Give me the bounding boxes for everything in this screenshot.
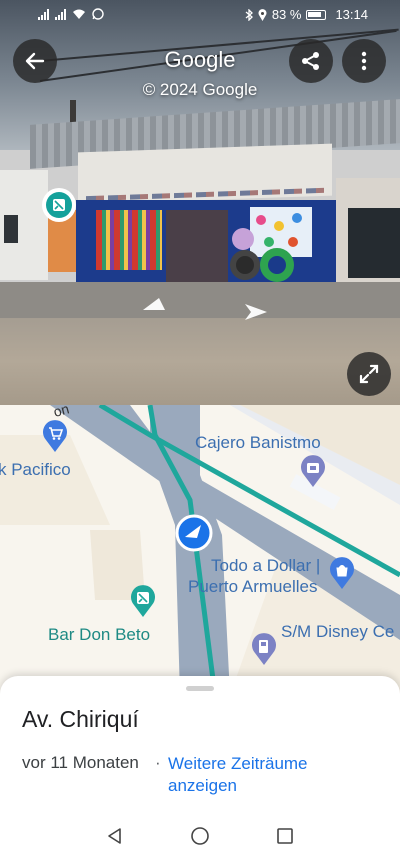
signal-icon <box>55 8 66 20</box>
share-icon <box>302 52 319 70</box>
back-triangle-icon <box>108 828 121 844</box>
more-options-button[interactable] <box>342 39 386 83</box>
home-circle-icon <box>191 827 209 845</box>
nav-recents-button[interactable] <box>273 824 297 848</box>
clock: 13:14 <box>335 7 368 22</box>
status-bar: 83 % 13:14 <box>0 0 400 30</box>
more-vert-icon <box>361 51 367 71</box>
bluetooth-icon <box>245 8 253 21</box>
share-button[interactable] <box>289 39 333 83</box>
map-label-disney: S/M Disney Ce <box>281 622 395 641</box>
battery-icon <box>306 9 327 20</box>
location-icon <box>258 8 267 21</box>
separator-dot: · <box>155 753 161 772</box>
inflatable-ring <box>260 248 294 282</box>
navigate-left-arrow[interactable] <box>143 298 165 310</box>
back-button[interactable] <box>13 39 57 83</box>
nav-back-button[interactable] <box>103 824 127 848</box>
map-label-cajero: Cajero Banistmo <box>195 433 321 452</box>
shop-sign <box>78 143 332 205</box>
signal-icon <box>38 8 49 20</box>
bar-pin-icon[interactable] <box>130 585 156 617</box>
sheet-drag-handle[interactable] <box>186 686 214 691</box>
left-wall <box>0 170 48 280</box>
map-label-dollar-2: Puerto Armuelles <box>188 577 318 596</box>
expand-icon <box>359 364 379 384</box>
place-title: Av. Chiriquí <box>22 706 139 732</box>
map-label-dollar-1: Todo a Dollar | <box>211 556 321 575</box>
place-bottom-sheet[interactable]: Av. Chiriquí vor 11 Monaten · Weitere Ze… <box>0 676 400 816</box>
shopping-cart-pin-icon[interactable] <box>42 420 68 452</box>
map-label-bar: Bar Don Beto <box>48 625 151 644</box>
current-location-icon[interactable] <box>175 514 213 552</box>
store-entrance <box>166 210 228 290</box>
wifi-icon <box>73 9 85 19</box>
navigate-right-arrow[interactable] <box>243 304 267 320</box>
more-time-periods-link[interactable]: Weitere Zeiträume anzeigen <box>168 753 348 797</box>
street-ground <box>0 318 400 405</box>
capture-time: vor 11 Monaten <box>22 753 139 772</box>
map-label-pacifico: k Pacifico <box>0 460 71 479</box>
battery-percent: 83 % <box>271 7 302 22</box>
shop-pin-icon[interactable] <box>329 557 355 589</box>
recents-square-icon <box>277 828 293 844</box>
hanging-goods <box>96 210 162 270</box>
mini-map[interactable]: on k Pacifico Cajero Banistmo Todo a Dol… <box>0 405 400 695</box>
fuel-pin-icon[interactable] <box>251 633 277 665</box>
street-view-image[interactable]: 83 % 13:14 Google © 2024 Google <box>0 0 400 405</box>
place-marker[interactable] <box>42 188 76 222</box>
street-view-title: Google <box>164 47 236 72</box>
expand-button[interactable] <box>347 352 391 396</box>
copyright-text: © 2024 Google <box>142 80 258 99</box>
system-nav-bar <box>0 816 400 857</box>
back-arrow-icon <box>25 52 45 70</box>
nav-home-button[interactable] <box>188 824 212 848</box>
ball-display <box>232 228 254 250</box>
tire-display <box>230 250 260 280</box>
photo-spot-icon <box>53 199 65 211</box>
sidewalk <box>0 282 400 322</box>
whatsapp-icon <box>92 8 104 20</box>
bank-pin-icon[interactable] <box>300 455 326 487</box>
